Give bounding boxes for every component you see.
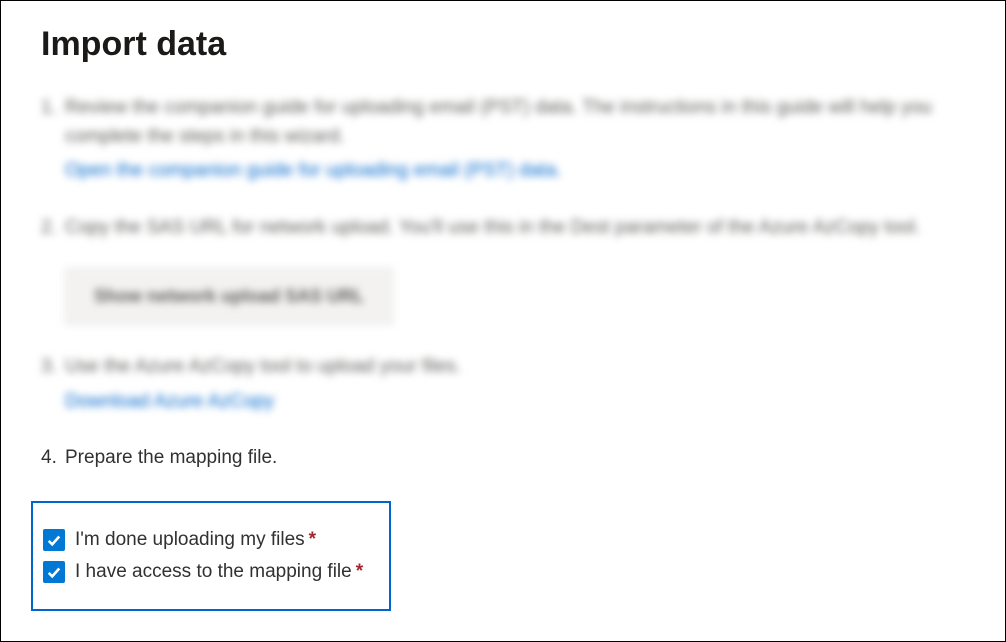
steps-list: Review the companion guide for uploading… xyxy=(41,94,965,473)
required-asterisk: * xyxy=(356,561,363,583)
page-title: Import data xyxy=(41,25,965,64)
step-2: Copy the SAS URL for network upload. You… xyxy=(41,214,965,326)
have-access-checkbox[interactable] xyxy=(43,561,65,583)
check-icon xyxy=(47,565,61,579)
companion-guide-link[interactable]: Open the companion guide for uploading e… xyxy=(65,157,561,186)
have-access-label: I have access to the mapping file xyxy=(75,561,352,583)
have-access-row: I have access to the mapping file * xyxy=(43,561,379,583)
step-4: Prepare the mapping file. xyxy=(41,444,965,473)
required-asterisk: * xyxy=(309,529,316,551)
step-2-text: Copy the SAS URL for network upload. You… xyxy=(65,217,920,238)
done-uploading-row: I'm done uploading my files * xyxy=(43,529,379,551)
step-3: Use the Azure AzCopy tool to upload your… xyxy=(41,353,965,416)
download-azcopy-link[interactable]: Download Azure AzCopy xyxy=(65,388,274,417)
step-3-text: Use the Azure AzCopy tool to upload your… xyxy=(65,356,461,377)
step-4-text: Prepare the mapping file. xyxy=(65,447,277,468)
check-icon xyxy=(47,533,61,547)
show-sas-url-button[interactable]: Show network upload SAS URL xyxy=(65,268,393,325)
step-1-text: Review the companion guide for uploading… xyxy=(65,97,932,147)
done-uploading-checkbox[interactable] xyxy=(43,529,65,551)
done-uploading-label: I'm done uploading my files xyxy=(75,529,305,551)
step-1: Review the companion guide for uploading… xyxy=(41,94,965,186)
checkbox-highlight-box: I'm done uploading my files * I have acc… xyxy=(31,501,391,611)
